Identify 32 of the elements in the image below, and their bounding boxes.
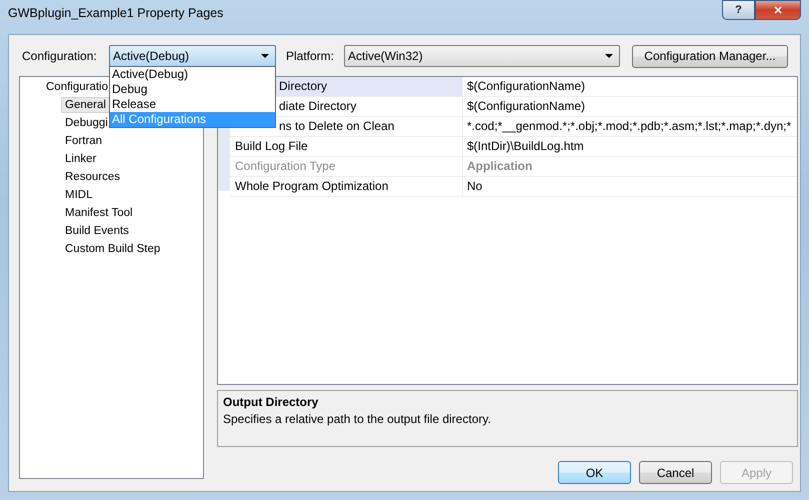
property-value: No bbox=[466, 178, 484, 195]
dialog-button[interactable]: OK bbox=[558, 461, 631, 484]
tree-item[interactable]: Fortran bbox=[61, 133, 106, 149]
description-text: Specifies a relative path to the output file directory. bbox=[223, 412, 492, 426]
tree-item[interactable]: Configuratio bbox=[42, 79, 112, 95]
property-name[interactable]: Build Log File bbox=[230, 137, 463, 156]
tree-item[interactable]: Manifest Tool bbox=[61, 205, 137, 221]
tree-item[interactable]: Build Events bbox=[61, 223, 133, 239]
tree-item[interactable]: Linker bbox=[61, 151, 100, 167]
property-value: $(IntDir)\BuildLog.htm bbox=[466, 138, 585, 155]
platform-label: Platform: bbox=[286, 49, 336, 63]
close-button[interactable]: ✕ bbox=[755, 0, 801, 20]
property-name[interactable]: Whole Program Optimization bbox=[230, 177, 463, 196]
configuration-manager-button[interactable]: Configuration Manager... bbox=[632, 44, 788, 68]
property-value: Application bbox=[466, 158, 534, 175]
tree-item[interactable]: Resources bbox=[61, 169, 124, 185]
property-value: $(ConfigurationName) bbox=[466, 98, 586, 115]
dropdown-arrow-icon bbox=[605, 54, 613, 58]
property-value: *.cod;*__genmod.*;*.obj;*.mod;*.pdb;*.asm;*.lst;*.map;*.dyn;* bbox=[466, 118, 792, 135]
tree-item[interactable]: Custom Build Step bbox=[61, 241, 164, 257]
tree-item[interactable]: Debuggi bbox=[61, 115, 112, 131]
help-button[interactable]: ? bbox=[722, 0, 755, 20]
tree-item[interactable]: MIDL bbox=[61, 187, 96, 203]
configuration-label: Configuration: bbox=[22, 49, 98, 63]
description-title: Output Directory bbox=[223, 395, 320, 409]
dropdown-arrow-icon bbox=[261, 54, 269, 58]
tree-item[interactable]: General bbox=[61, 97, 110, 113]
platform-dropdown[interactable]: Active(Win32) bbox=[344, 45, 620, 67]
configuration-dropdown[interactable]: Active(Debug) bbox=[109, 45, 276, 67]
window-title: GWBplugin_Example1 Property Pages bbox=[8, 6, 224, 20]
property-value: $(ConfigurationName) bbox=[466, 78, 586, 95]
dialog-button[interactable]: Cancel bbox=[639, 461, 712, 484]
